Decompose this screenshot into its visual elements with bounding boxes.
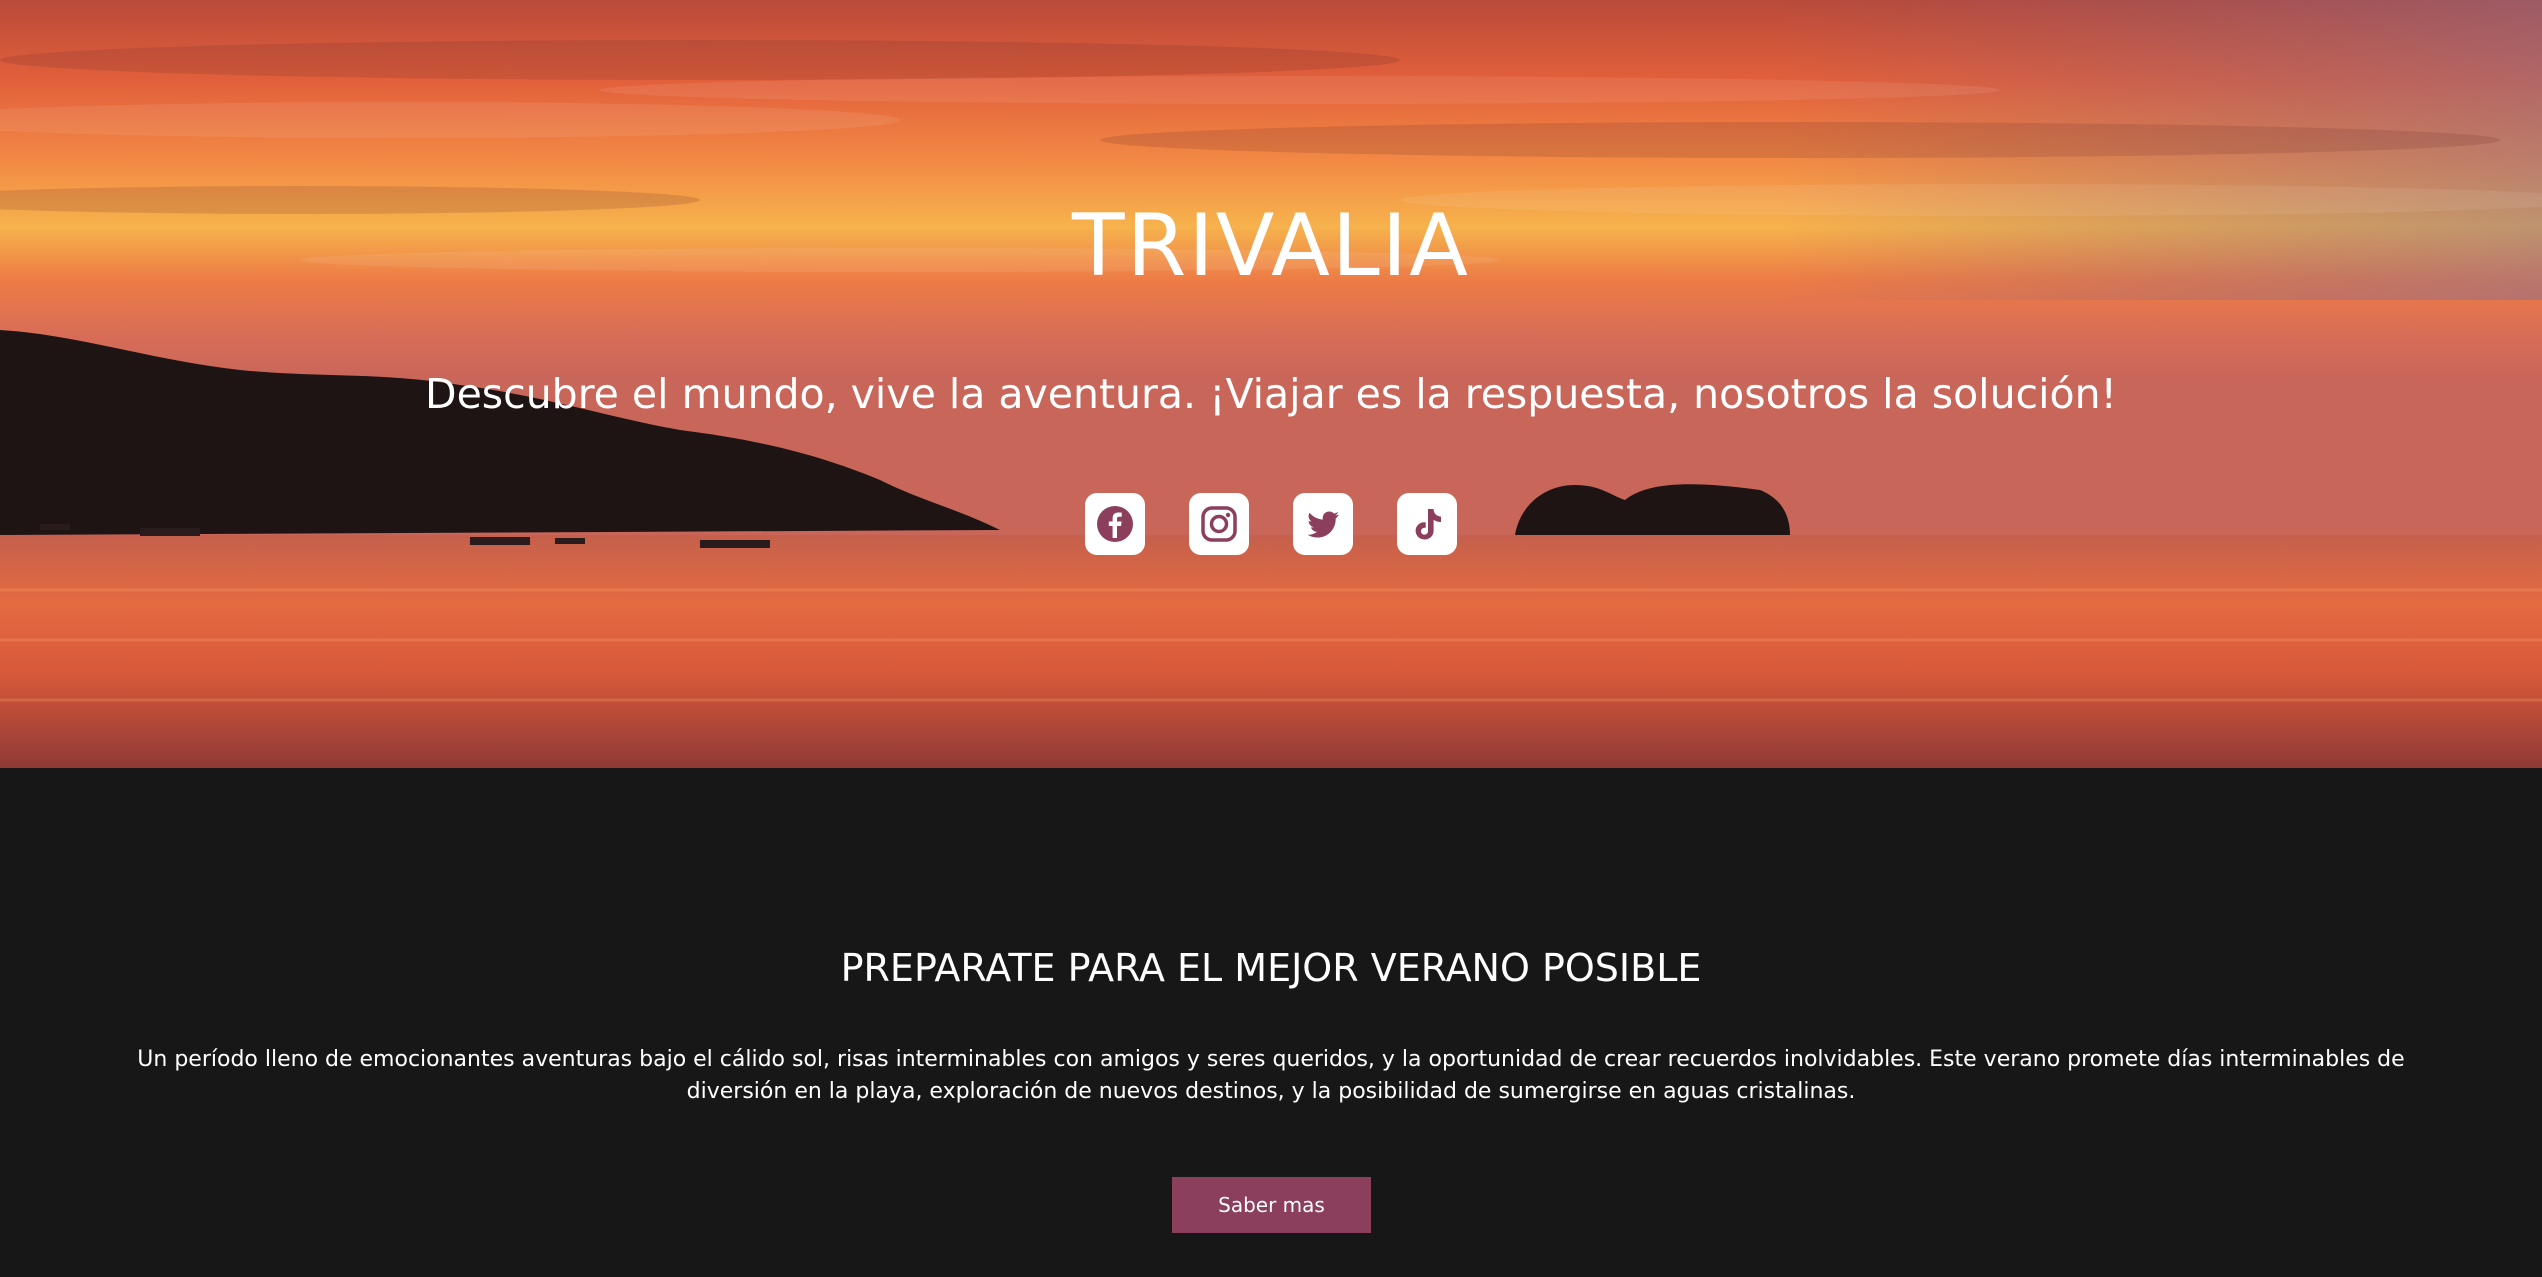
site-title: TRIVALIA (1072, 196, 1470, 296)
section-description: Un período lleno de emocionantes aventur… (137, 1047, 2405, 1104)
instagram-icon (1201, 506, 1237, 542)
facebook-icon (1097, 506, 1133, 542)
twitter-link[interactable] (1293, 493, 1353, 555)
tiktok-link[interactable] (1397, 493, 1457, 555)
social-links (1085, 493, 1457, 557)
summer-section: PREPARATE PARA EL MEJOR VERANO POSIBLE U… (0, 768, 2542, 1277)
instagram-link[interactable] (1189, 493, 1249, 555)
saber-mas-button[interactable]: Saber mas (1172, 1177, 1371, 1233)
tiktok-icon (1415, 509, 1441, 540)
hero-banner: TRIVALIA Descubre el mundo, vive la aven… (0, 0, 2542, 768)
section-heading: PREPARATE PARA EL MEJOR VERANO POSIBLE (840, 946, 1702, 990)
twitter-icon (1307, 511, 1339, 538)
facebook-link[interactable] (1085, 493, 1145, 555)
hero-tagline: Descubre el mundo, vive la aventura. ¡Vi… (425, 370, 2117, 418)
